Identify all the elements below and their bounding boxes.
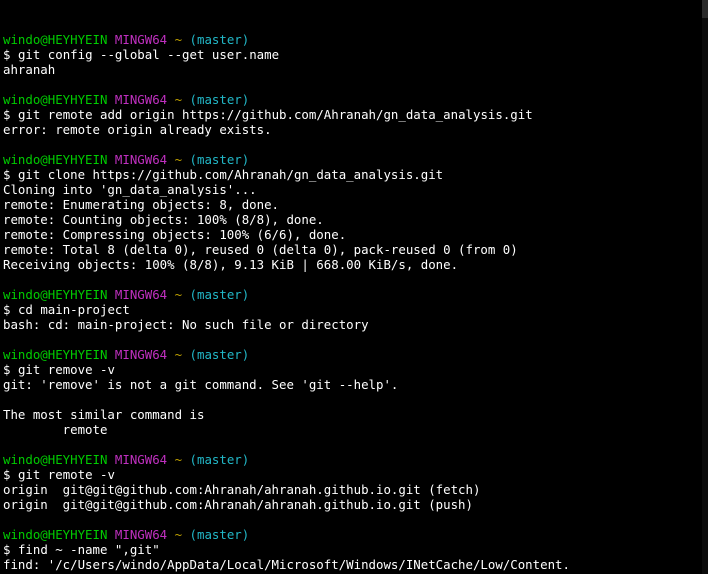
output-line: origin git@git@github.com:Ahranah/ahrana… (3, 482, 481, 497)
prompt-user-host: windo@HEYHYEIN (3, 452, 108, 467)
prompt-shell: MINGW64 (114, 527, 168, 542)
output-line: bash: cd: main-project: No such file or … (3, 317, 369, 332)
command-line: $ git clone https://github.com/Ahranah/g… (3, 167, 702, 182)
prompt-shell: MINGW64 (114, 92, 168, 107)
output-line: remote: Counting objects: 100% (8/8), do… (3, 212, 324, 227)
output-line: The most similar command is (3, 407, 205, 422)
prompt-symbol: $ (3, 107, 11, 122)
prompt-branch: (master) (189, 92, 250, 107)
prompt-line: windo@HEYHYEIN MINGW64 ~ (master) (3, 32, 702, 47)
prompt-branch: (master) (189, 527, 250, 542)
command-line: $ git remote add origin https://github.c… (3, 107, 702, 122)
prompt-shell: MINGW64 (114, 347, 168, 362)
prompt-branch: (master) (189, 452, 250, 467)
output-line: error: remote origin already exists. (3, 122, 272, 137)
command-line: $ cd main-project (3, 302, 702, 317)
prompt-branch: (master) (189, 152, 250, 167)
prompt-shell: MINGW64 (114, 452, 168, 467)
prompt-line: windo@HEYHYEIN MINGW64 ~ (master) (3, 527, 702, 542)
terminal-window[interactable]: windo@HEYHYEIN MINGW64 ~ (master) $ git c… (0, 0, 702, 574)
command-line: $ find ~ -name ",git" (3, 542, 702, 557)
prompt-symbol: $ (3, 542, 11, 557)
output-line: Receiving objects: 100% (8/8), 9.13 KiB … (3, 257, 459, 272)
prompt-path: ~ (174, 527, 183, 542)
command-line: $ git config --global --get user.name (3, 47, 702, 62)
output-line: remote: Total 8 (delta 0), reused 0 (del… (3, 242, 518, 257)
command-text: git remote -v (17, 467, 115, 482)
prompt-symbol: $ (3, 302, 11, 317)
prompt-path: ~ (174, 287, 183, 302)
prompt-branch: (master) (189, 347, 250, 362)
output-line: Cloning into 'gn_data_analysis'... (3, 182, 257, 197)
prompt-path: ~ (174, 347, 183, 362)
prompt-line: windo@HEYHYEIN MINGW64 ~ (master) (3, 347, 702, 362)
prompt-user-host: windo@HEYHYEIN (3, 527, 108, 542)
terminal-output: windo@HEYHYEIN MINGW64 ~ (master) $ git c… (3, 32, 702, 574)
prompt-branch: (master) (189, 32, 250, 47)
prompt-shell: MINGW64 (114, 287, 168, 302)
command-text: git remote add origin https://github.com… (17, 107, 533, 122)
scrollbar[interactable] (702, 0, 708, 574)
command-text: git config --global --get user.name (17, 47, 280, 62)
prompt-path: ~ (174, 152, 183, 167)
prompt-shell: MINGW64 (114, 152, 168, 167)
prompt-user-host: windo@HEYHYEIN (3, 347, 108, 362)
prompt-path: ~ (174, 32, 183, 47)
prompt-user-host: windo@HEYHYEIN (3, 287, 108, 302)
scrollbar-thumb[interactable] (702, 0, 708, 18)
prompt-shell: MINGW64 (114, 32, 168, 47)
prompt-path: ~ (174, 92, 183, 107)
prompt-line: windo@HEYHYEIN MINGW64 ~ (master) (3, 152, 702, 167)
command-text: git remove -v (17, 362, 115, 377)
command-text: git clone https://github.com/Ahranah/gn_… (17, 167, 444, 182)
prompt-user-host: windo@HEYHYEIN (3, 32, 108, 47)
output-line: remote: Enumerating objects: 8, done. (3, 197, 280, 212)
prompt-symbol: $ (3, 362, 11, 377)
command-line: $ git remove -v (3, 362, 702, 377)
output-line: remote (3, 422, 108, 437)
output-line: ahranah (3, 62, 56, 77)
prompt-user-host: windo@HEYHYEIN (3, 92, 108, 107)
output-line: origin git@git@github.com:Ahranah/ahrana… (3, 497, 473, 512)
prompt-user-host: windo@HEYHYEIN (3, 152, 108, 167)
command-text: find ~ -name ",git" (17, 542, 160, 557)
prompt-line: windo@HEYHYEIN MINGW64 ~ (master) (3, 92, 702, 107)
prompt-branch: (master) (189, 287, 250, 302)
prompt-path: ~ (174, 452, 183, 467)
prompt-line: windo@HEYHYEIN MINGW64 ~ (master) (3, 452, 702, 467)
command-line: $ git remote -v (3, 467, 702, 482)
command-text: cd main-project (17, 302, 130, 317)
prompt-symbol: $ (3, 467, 11, 482)
prompt-symbol: $ (3, 167, 11, 182)
output-line: find: '/c/Users/windo/AppData/Local/Micr… (3, 557, 570, 572)
output-line: remote: Compressing objects: 100% (6/6),… (3, 227, 347, 242)
prompt-symbol: $ (3, 47, 11, 62)
output-line: git: 'remove' is not a git command. See … (3, 377, 399, 392)
prompt-line: windo@HEYHYEIN MINGW64 ~ (master) (3, 287, 702, 302)
